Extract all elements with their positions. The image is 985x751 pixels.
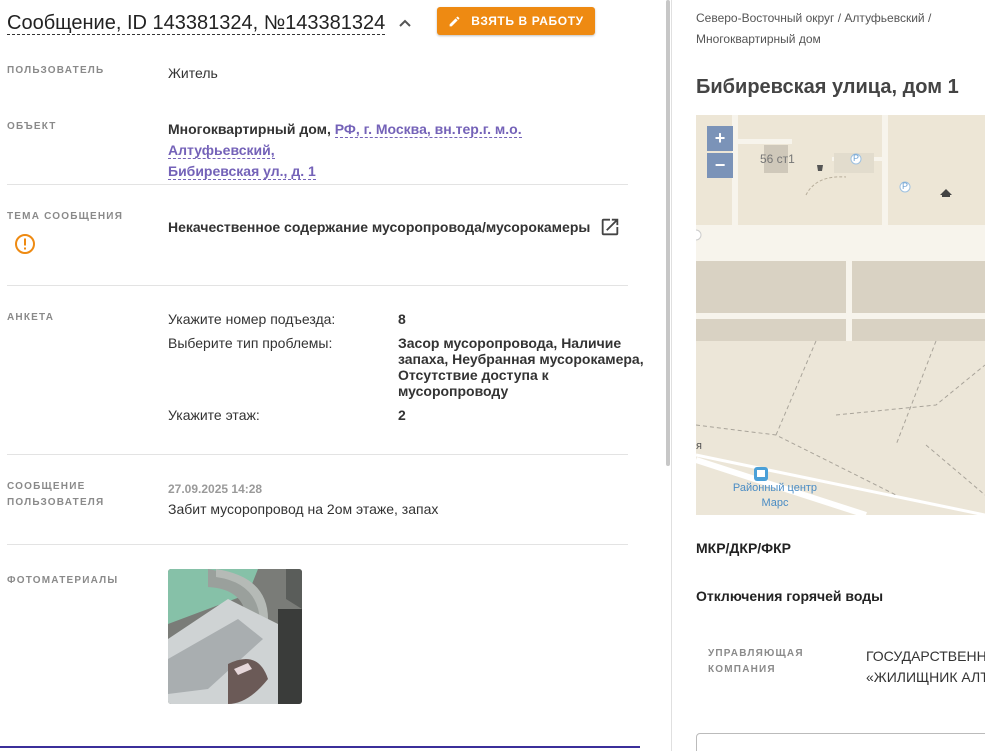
survey-label: АНКЕТА [7,312,55,323]
map-street-label: я [696,440,702,452]
management-company-label: УПРАВЛЯЮЩАЯ КОМПАНИЯ [708,646,804,678]
scrollbar-thumb[interactable] [666,0,670,466]
pencil-icon [449,16,460,26]
survey-answer: 2 [398,407,406,423]
survey-question: Укажите номер подъезда: [168,311,336,327]
topic-label: ТЕМА СООБЩЕНИЯ [7,211,124,222]
divider [7,544,628,545]
user-message-label-line: ПОЛЬЗОВАТЕЛЯ [7,497,105,508]
survey-question: Укажите этаж: [168,407,260,423]
survey-answer-line: запаха, Неубранная мусорокамера, [398,351,644,367]
bottom-border [0,746,640,748]
divider [7,285,628,286]
take-to-work-button[interactable]: ВЗЯТЬ В РАБОТУ [437,7,595,35]
breadcrumb-line[interactable]: Многоквартирный дом [696,29,931,50]
map[interactable]: 56 ст1 P P я Районный центр Марс + − [696,115,985,515]
warning-icon [15,234,35,254]
map-poi-line: Районный центр [732,482,818,494]
user-label: ПОЛЬЗОВАТЕЛЬ [7,65,105,76]
object-value: Многоквартирный дом, РФ, г. Москва, вн.т… [168,119,618,182]
photo-thumbnail[interactable] [168,569,302,704]
topic-value: Некачественное содержание мусоропровода/… [168,219,591,235]
parking-icon: P [902,181,909,191]
message-text: Забит мусоропровод на 2ом этаже, запах [168,501,439,517]
breadcrumb: Северо-Восточный округ / Алтуфьевский / … [696,8,931,50]
survey-answer: Засор мусоропровода, Наличие запаха, Неу… [398,335,644,399]
breadcrumb-line[interactable]: Северо-Восточный округ / Алтуфьевский / [696,8,931,29]
map-zoom-controls: + − [707,126,733,178]
management-company-line: ГОСУДАРСТВЕННОЕ [866,648,985,664]
survey-answer: 8 [398,311,406,327]
user-message-label: СООБЩЕНИЕ ПОЛЬЗОВАТЕЛЯ [7,479,104,511]
take-to-work-label: ВЗЯТЬ В РАБОТУ [471,14,584,28]
survey-answer-line: мусоропроводу [398,383,509,399]
survey-question: Выберите тип проблемы: [168,335,333,351]
object-type: Многоквартирный дом, [168,121,331,137]
photos-label: ФОТОМАТЕРИАЛЫ [7,575,119,586]
map-poi-line: Марс [761,497,789,509]
object-panel: Северо-Восточный округ / Алтуфьевский / … [672,0,985,751]
management-company-line: «ЖИЛИЩНИК АЛТ [866,669,985,685]
divider [7,454,628,455]
zoom-in-button[interactable]: + [707,126,733,151]
message-time: 27.09.2025 14:28 [168,482,263,496]
object-label: ОБЪЕКТ [7,121,57,132]
open-external-icon[interactable] [599,216,621,238]
message-panel: Сообщение, ID 143381324, №143381324 ВЗЯТ… [0,0,665,751]
user-value: Житель [168,65,218,81]
bottom-input-box[interactable] [696,733,985,751]
message-title[interactable]: Сообщение, ID 143381324, №143381324 [7,12,386,35]
object-address-link-2[interactable]: Бибиревская ул., д. 1 [168,163,316,180]
map-poi-label: Районный центр Марс [710,481,840,511]
management-company-label-line: УПРАВЛЯЮЩАЯ [708,648,804,659]
survey-answer-line: Засор мусоропровода, Наличие [398,335,622,351]
management-company-label-line: КОМПАНИЯ [708,664,776,675]
map-building-label: 56 ст1 [760,152,795,166]
object-address-title: Бибиревская улица, дом 1 [696,76,959,98]
management-company-value: ГОСУДАРСТВЕННОЕ «ЖИЛИЩНИК АЛТ [866,646,985,688]
survey-answer-line: Отсутствие доступа к [398,367,549,383]
map-canvas [696,115,985,515]
chevron-up-icon[interactable] [396,14,414,32]
zoom-out-button[interactable]: − [707,153,733,178]
section-capital-repairs[interactable]: МКР/ДКР/ФКР [696,540,791,556]
parking-icon: P [853,153,860,163]
user-message-label-line: СООБЩЕНИЕ [7,481,86,492]
section-hot-water-outages[interactable]: Отключения горячей воды [696,588,883,604]
divider [7,184,628,185]
